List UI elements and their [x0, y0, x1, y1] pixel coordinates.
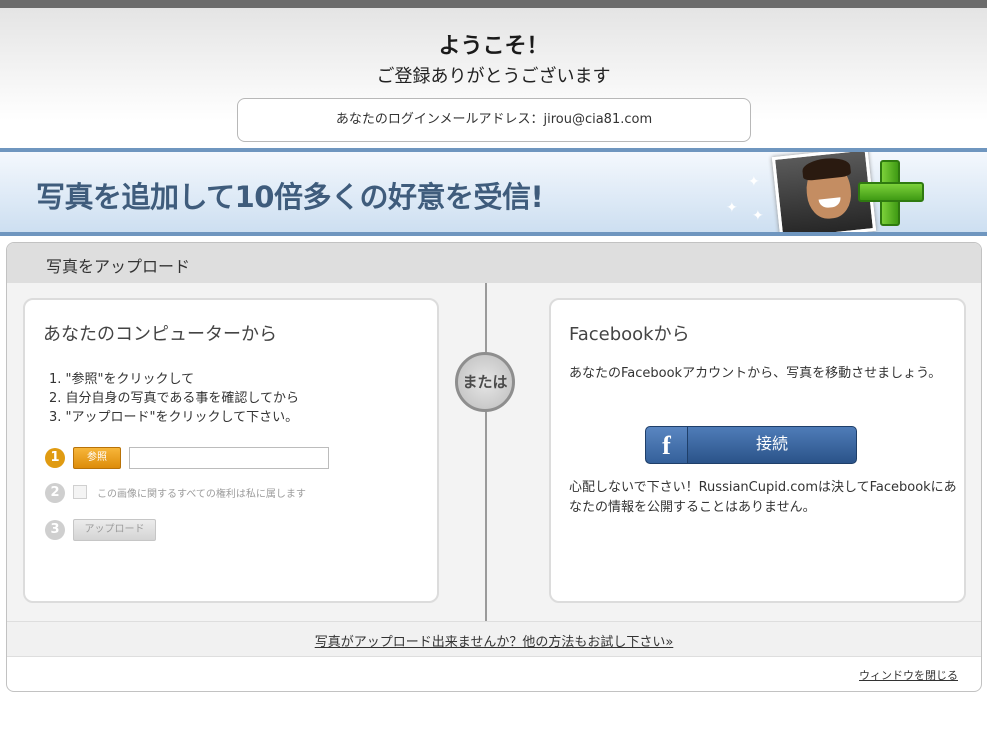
instruction-step: 3. "アップロード"をクリックして下さい。	[49, 410, 299, 425]
panel-body: あなたのコンピューターから 1. "参照"をクリックして 2. 自分自身の写真で…	[7, 283, 981, 621]
facebook-privacy-note: 心配しないで下さい！RussianCupid.comは決してFacebookにあ…	[569, 480, 957, 515]
promo-banner: 写真を追加して10倍多くの好意を受信! ✦ ✦ ✦	[0, 148, 987, 236]
upload-button[interactable]: アップロード	[73, 519, 156, 541]
welcome-title: ようこそ！	[438, 34, 549, 59]
banner-text: 写真を追加して10倍多くの好意を受信!	[36, 180, 544, 214]
welcome-section: ようこそ！ ご登録ありがとうございます あなたのログインメールアドレス：jiro…	[0, 8, 987, 148]
step-3-badge: 3	[45, 520, 65, 540]
file-path-input[interactable]	[129, 447, 329, 469]
computer-card-title: あなたのコンピューターから	[43, 324, 277, 345]
step-1-badge: 1	[45, 448, 65, 468]
sparkle-icon: ✦	[726, 200, 738, 216]
plus-icon-bar	[858, 182, 924, 202]
sparkle-icon: ✦	[752, 208, 764, 224]
step-2-badge: 2	[45, 483, 65, 503]
top-bar	[0, 0, 987, 8]
instruction-step: 1. "参照"をクリックして	[49, 372, 195, 387]
alternative-methods-link[interactable]: 写真がアップロード出来ませんか？他の方法もお試し下さい»	[7, 631, 981, 650]
instruction-step: 2. 自分自身の写真である事を確認してから	[49, 391, 300, 406]
facebook-icon: f	[646, 427, 688, 463]
facebook-description: あなたのFacebookアカウントから、写真を移動させましょう。	[569, 366, 942, 381]
rights-checkbox[interactable]	[73, 485, 87, 499]
computer-upload-card: あなたのコンピューターから 1. "参照"をクリックして 2. 自分自身の写真で…	[23, 298, 439, 603]
upload-instructions: 1. "参照"をクリックして 2. 自分自身の写真である事を確認してから 3. …	[49, 370, 299, 427]
welcome-subtitle: ご登録ありがとうございます	[376, 66, 611, 87]
facebook-upload-card: Facebookから あなたのFacebookアカウントから、写真を移動させまし…	[549, 298, 966, 603]
facebook-connect-button[interactable]: f 接続	[645, 426, 857, 464]
rights-label: この画像に関するすべての権利は私に属します	[97, 489, 306, 500]
facebook-card-title: Facebookから	[569, 324, 690, 345]
panel-title: 写真をアップロード	[46, 257, 191, 276]
upload-panel: 写真をアップロード あなたのコンピューターから 1. "参照"をクリックして 2…	[6, 242, 982, 692]
login-email-box: あなたのログインメールアドレス：jirou@cia81.com	[237, 98, 751, 142]
browse-button[interactable]: 参照	[73, 447, 121, 469]
panel-header: 写真をアップロード	[7, 243, 981, 283]
sparkle-icon: ✦	[748, 174, 760, 190]
facebook-connect-label: 接続	[755, 434, 788, 453]
vertical-divider	[485, 283, 487, 621]
or-badge: または	[455, 352, 515, 412]
close-window-link[interactable]: ウィンドウを閉じる	[859, 667, 958, 683]
